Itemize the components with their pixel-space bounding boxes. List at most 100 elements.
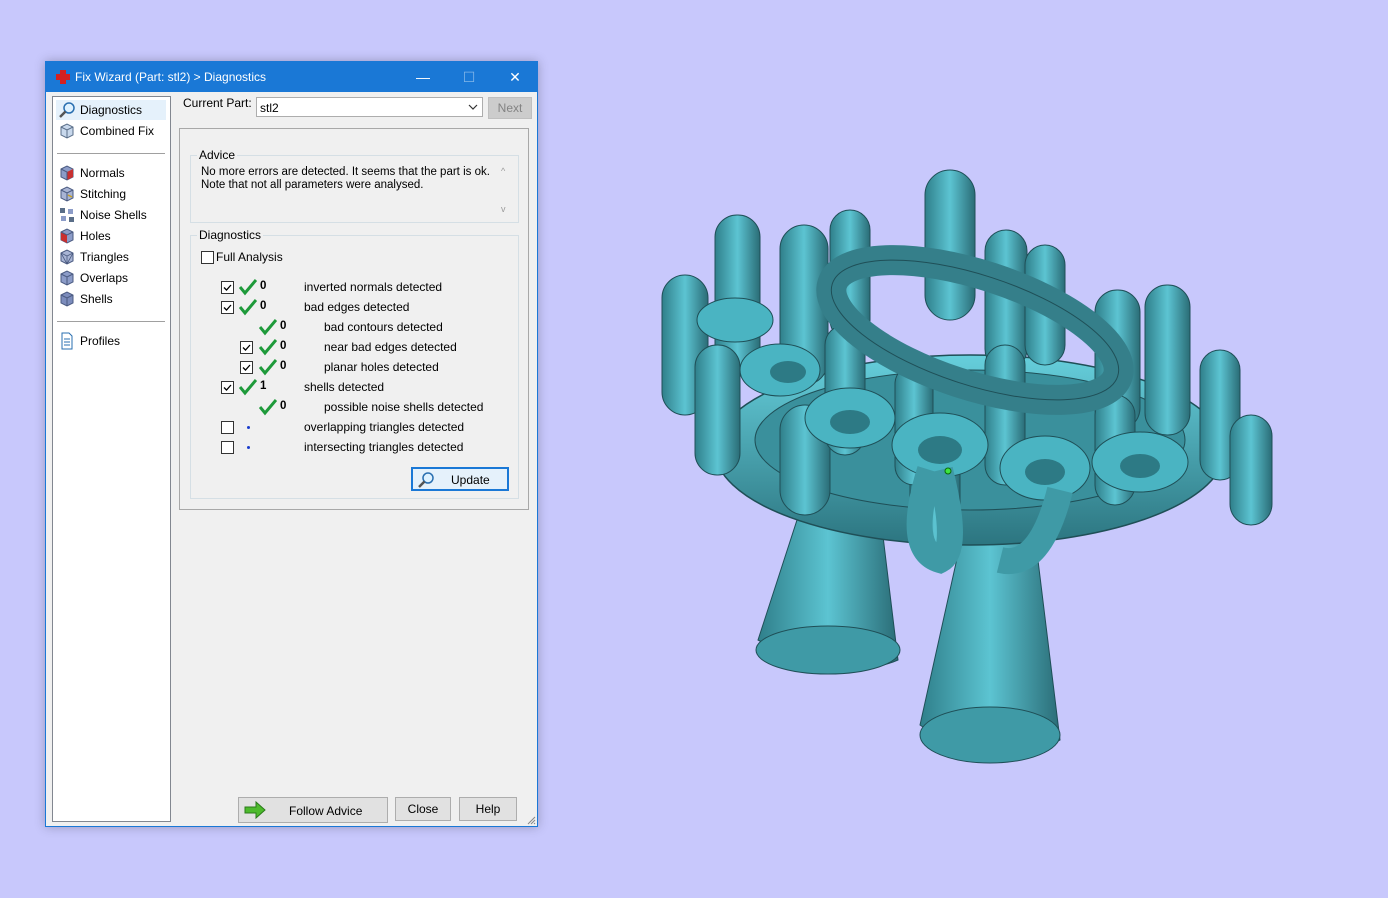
advice-line-1: No more errors are detected. It seems th…: [201, 166, 490, 178]
nav-label: Triangles: [80, 250, 129, 264]
triangles-cube-icon: [60, 249, 74, 265]
document-icon: [61, 332, 73, 350]
normals-cube-icon: [60, 165, 74, 181]
inverted-normals-label: inverted normals detected: [304, 280, 443, 294]
nav-label: Stitching: [80, 187, 127, 201]
check-icon: [239, 379, 257, 396]
nav-separator: [57, 153, 165, 155]
near-bad-edges-checkbox[interactable]: [240, 341, 253, 354]
nav-item-overlaps[interactable]: Overlaps: [56, 268, 166, 288]
close-button[interactable]: Close: [395, 797, 451, 821]
advice-title: Advice: [197, 148, 238, 162]
arrow-right-icon: [244, 801, 266, 819]
check-icon: [239, 299, 257, 316]
nav-item-holes[interactable]: Holes: [56, 226, 166, 246]
holes-cube-icon: [60, 228, 74, 244]
resize-grip-icon[interactable]: [526, 815, 536, 825]
bad-contours-count: 0: [280, 320, 287, 332]
next-button[interactable]: Next: [488, 97, 532, 119]
advice-group: Advice No more errors are detected. It s…: [190, 148, 519, 223]
check-icon: [259, 319, 277, 336]
cube-icon: [60, 123, 74, 139]
nav-label: Shells: [80, 292, 113, 306]
inverted-normals-checkbox[interactable]: [221, 281, 234, 294]
nav-label: Holes: [80, 229, 111, 243]
stitching-cube-icon: [60, 186, 74, 202]
near-bad-edges-label: near bad edges detected: [324, 340, 457, 354]
advice-scrollbar[interactable]: ^ v: [498, 166, 512, 214]
overlapping-triangles-checkbox[interactable]: [221, 421, 234, 434]
bad-edges-checkbox[interactable]: [221, 301, 234, 314]
shells-label: shells detected: [304, 380, 385, 394]
fix-wizard-window: Fix Wizard (Part: stl2) > Diagnostics — …: [45, 61, 538, 827]
nav-item-stitching[interactable]: Stitching: [56, 184, 166, 204]
bad-contours-label: bad contours detected: [324, 320, 443, 334]
pending-dot-icon: [247, 426, 250, 429]
nav-item-profiles[interactable]: Profiles: [56, 331, 166, 351]
help-button[interactable]: Help: [459, 797, 517, 821]
full-analysis-label[interactable]: Full Analysis: [216, 250, 283, 264]
near-bad-edges-count: 0: [280, 340, 287, 352]
overlapping-triangles-label: overlapping triangles detected: [304, 420, 465, 434]
shells-count: 1: [260, 380, 267, 392]
magnifier-icon: [59, 102, 75, 118]
current-part-label: Current Part:: [183, 96, 252, 110]
close-window-button[interactable]: ✕: [492, 62, 538, 92]
nav-label: Profiles: [80, 334, 121, 348]
minimize-button[interactable]: —: [400, 62, 446, 92]
nav-label: Normals: [80, 166, 125, 180]
wizard-nav-panel: Diagnostics Combined Fix Normals Stitchi…: [52, 96, 171, 822]
shells-checkbox[interactable]: [221, 381, 234, 394]
diagnostics-title: Diagnostics: [197, 228, 264, 242]
bad-edges-label: bad edges detected: [304, 300, 410, 314]
window-title: Fix Wizard (Part: stl2) > Diagnostics: [75, 70, 267, 84]
current-part-value: stl2: [260, 101, 279, 115]
nav-item-triangles[interactable]: Triangles: [56, 247, 166, 267]
stl-part-model: [661, 169, 1273, 764]
check-icon: [239, 279, 257, 296]
noise-shells-label: possible noise shells detected: [324, 400, 484, 414]
overlaps-cube-icon: [60, 270, 74, 286]
nav-separator: [57, 321, 165, 323]
noise-shells-icon: [60, 208, 74, 222]
planar-holes-count: 0: [280, 360, 287, 372]
full-analysis-checkbox[interactable]: [201, 251, 214, 264]
advice-line-2: Note that not all parameters were analys…: [201, 179, 424, 191]
nav-item-combined-fix[interactable]: Combined Fix: [56, 121, 166, 141]
bad-edges-count: 0: [260, 300, 267, 312]
shells-cube-icon: [60, 291, 74, 307]
planar-holes-checkbox[interactable]: [240, 361, 253, 374]
diagnostics-group: Diagnostics Full Analysis 0 inverted nor…: [190, 228, 519, 499]
diagnostics-panel: Advice No more errors are detected. It s…: [179, 128, 529, 510]
follow-advice-label: Follow Advice: [289, 804, 363, 818]
scroll-up-icon[interactable]: ^: [501, 166, 505, 176]
nav-item-diagnostics[interactable]: Diagnostics: [56, 100, 166, 120]
intersecting-triangles-checkbox[interactable]: [221, 441, 234, 454]
nav-label: Overlaps: [80, 271, 129, 285]
inverted-normals-count: 0: [260, 280, 267, 292]
maximize-button[interactable]: ☐: [446, 62, 492, 92]
app-cross-icon: [56, 70, 70, 84]
title-bar[interactable]: Fix Wizard (Part: stl2) > Diagnostics — …: [46, 62, 537, 92]
follow-advice-button[interactable]: Follow Advice: [238, 797, 388, 823]
check-icon: [259, 339, 277, 356]
nav-label: Combined Fix: [80, 124, 155, 138]
scroll-down-icon[interactable]: v: [501, 204, 506, 214]
check-icon: [259, 399, 277, 416]
3d-model-viewport[interactable]: [640, 150, 1300, 790]
chevron-down-icon: [468, 104, 478, 110]
noise-shells-count: 0: [280, 400, 287, 412]
nav-item-noise-shells[interactable]: Noise Shells: [56, 205, 166, 225]
update-label: Update: [451, 473, 490, 487]
current-part-select[interactable]: stl2: [256, 97, 483, 117]
advice-text: No more errors are detected. It seems th…: [201, 166, 501, 214]
nav-item-shells[interactable]: Shells: [56, 289, 166, 309]
pending-dot-icon: [247, 446, 250, 449]
nav-item-normals[interactable]: Normals: [56, 163, 166, 183]
nav-label: Noise Shells: [80, 208, 147, 222]
intersecting-triangles-label: intersecting triangles detected: [304, 440, 464, 454]
check-icon: [259, 359, 277, 376]
magnifier-icon: [418, 472, 434, 488]
update-button[interactable]: Update: [411, 467, 509, 491]
planar-holes-label: planar holes detected: [324, 360, 439, 374]
